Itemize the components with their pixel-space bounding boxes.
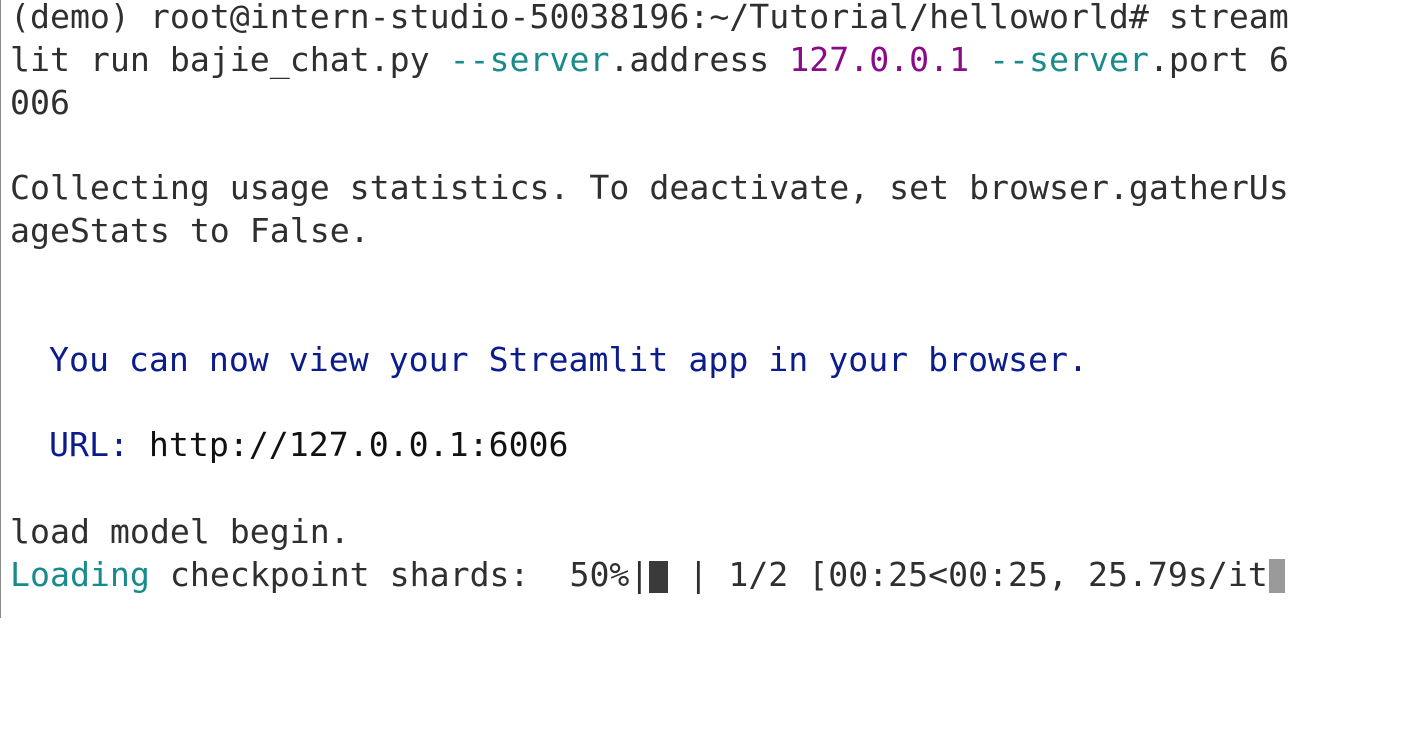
loading-label: Loading (10, 555, 150, 594)
load-model-line: load model begin. (10, 512, 350, 552)
loading-text: checkpoint shards: 50%| (149, 555, 650, 594)
streamlit-view-message: You can now view your Streamlit app in y… (49, 340, 1088, 380)
load-model-text: load model begin. (10, 512, 350, 551)
stats-line-1: Collecting usage statistics. To deactiva… (10, 168, 1289, 208)
url-link[interactable]: http://127.0.0.1:6006 (129, 425, 569, 464)
stats-line-2: ageStats to False. (10, 211, 370, 251)
command-text: lit run bajie_chat.py (10, 40, 450, 79)
address-option: .address (609, 40, 790, 79)
server-flag: --server (449, 40, 610, 79)
view-message-text: You can now view your Streamlit app in y… (49, 340, 1088, 379)
window-left-border (0, 0, 1, 618)
command-line-3: 006 (10, 83, 70, 123)
command-line-2: lit run bajie_chat.py --server.address 1… (10, 40, 1289, 80)
usage-stats-text: ageStats to False. (10, 211, 370, 250)
port-option: .port 6 (1148, 40, 1289, 79)
url-label: URL: (49, 425, 129, 464)
shell-prompt: (demo) root@intern-studio-50038196:~/Tut… (10, 0, 1149, 36)
usage-stats-text: Collecting usage statistics. To deactiva… (10, 168, 1289, 207)
url-line: URL: http://127.0.0.1:6006 (49, 425, 569, 465)
terminal-cursor (1268, 559, 1285, 593)
terminal-output[interactable]: (demo) root@intern-studio-50038196:~/Tut… (10, 0, 1310, 618)
progress-status: | 1/2 [00:25<00:25, 25.79s/it (668, 555, 1268, 594)
command-text: 006 (10, 83, 70, 122)
progress-bar-fill (649, 561, 669, 593)
terminal-window[interactable]: { "terminal": { "prompt": "(demo) root@i… (0, 0, 1401, 618)
address-value: 127.0.0.1 (789, 40, 970, 79)
command-line-1: (demo) root@intern-studio-50038196:~/Tut… (10, 0, 1289, 37)
progress-line: Loading checkpoint shards: 50%| | 1/2 [0… (10, 555, 1285, 595)
command-text: stream (1148, 0, 1289, 36)
server-flag: --server (989, 40, 1149, 79)
